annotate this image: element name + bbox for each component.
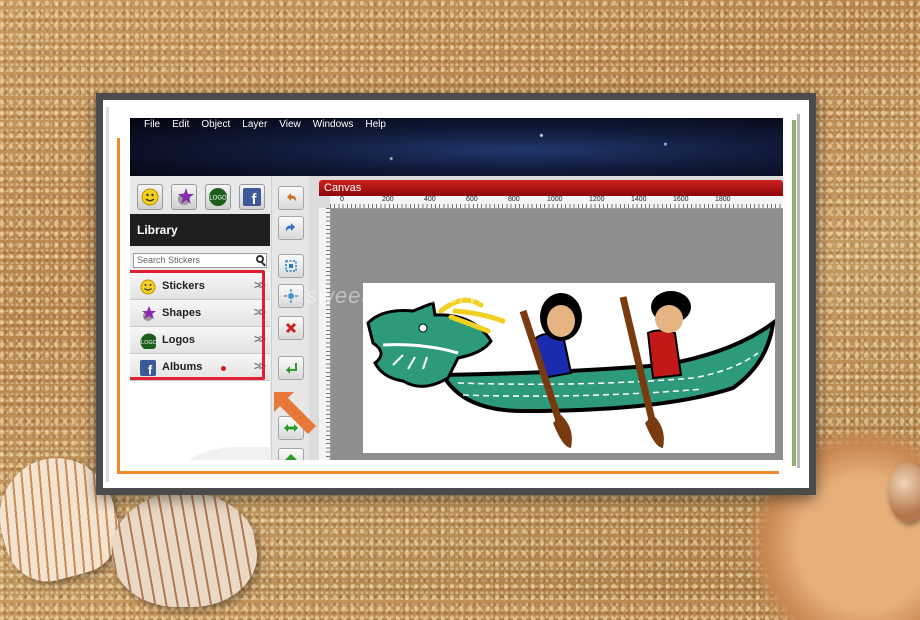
ruler-tick: 1200 [589,196,605,203]
grey-border-right [797,114,800,468]
green-border-right [792,120,796,466]
ruler-tick: 1000 [547,196,563,203]
search-placeholder: Search Stickers [137,255,201,265]
transform-button[interactable] [278,284,304,308]
redo-button[interactable] [278,216,304,240]
menu-view[interactable]: View [273,118,307,132]
library-toolbar: LOGO f [130,176,270,214]
facebook-icon: f [243,188,261,206]
orange-border-bottom [117,471,779,474]
select-icon [285,260,297,272]
menubar: File Edit Object Layer View Windows Help [130,118,783,176]
menu-layer[interactable]: Layer [236,118,273,132]
menu-file[interactable]: File [138,118,166,132]
star-shape-icon [178,188,194,205]
orange-arrow-annotation [274,392,316,434]
redo-icon [285,223,295,232]
canvas-panel: Canvas 0 200 400 600 800 1000 1200 1400 … [309,176,783,460]
search-icon[interactable] [256,255,264,263]
shapes-tab-button[interactable] [171,184,197,210]
seashell-center [112,492,257,607]
transform-icon [284,289,298,303]
menu-edit[interactable]: Edit [166,118,195,132]
library-title: Library [130,214,270,246]
move-down-button[interactable] [278,356,304,380]
ruler-tick: 1800 [715,196,731,203]
menu-help[interactable]: Help [359,118,392,132]
vertical-ruler [319,208,331,460]
orange-border-left [117,138,120,474]
close-icon [285,322,297,334]
watermark-text: sweetmul.tistory.com [306,283,530,308]
undo-icon [287,193,297,202]
undo-button[interactable] [278,186,304,210]
ruler-tick: 1400 [631,196,647,203]
logo-icon: LOGO [209,188,227,206]
ruler-tick: 1600 [673,196,689,203]
select-all-button[interactable] [278,254,304,278]
ruler-tick: 400 [424,196,436,203]
delete-button[interactable] [278,316,304,340]
canvas-title-bar: Canvas [319,180,783,196]
starfish-knob [888,462,920,522]
smiley-icon [141,188,159,206]
arrow-down-left-icon [286,363,297,374]
move-up-button[interactable] [278,448,304,460]
arrow-up-icon [285,454,297,460]
canvas-title: Canvas [324,182,362,194]
paper-edge [106,107,109,482]
ruler-tick: 200 [382,196,394,203]
ruler-tick: 0 [340,196,344,203]
stickers-tab-button[interactable] [137,184,163,210]
menu-object[interactable]: Object [195,118,236,132]
menu-windows[interactable]: Windows [307,118,360,132]
menu: File Edit Object Layer View Windows Help [138,118,392,132]
library-highlight-box [130,270,265,380]
search-stickers-input[interactable]: Search Stickers [133,253,267,268]
ruler-tick: 600 [466,196,478,203]
horizontal-ruler: 0 200 400 600 800 1000 1200 1400 1600 18… [330,196,783,209]
logo-icon-text: LOGO [209,196,227,202]
ruler-tick: 800 [508,196,520,203]
albums-tab-button[interactable]: f [239,184,265,210]
logos-tab-button[interactable]: LOGO [205,184,231,210]
